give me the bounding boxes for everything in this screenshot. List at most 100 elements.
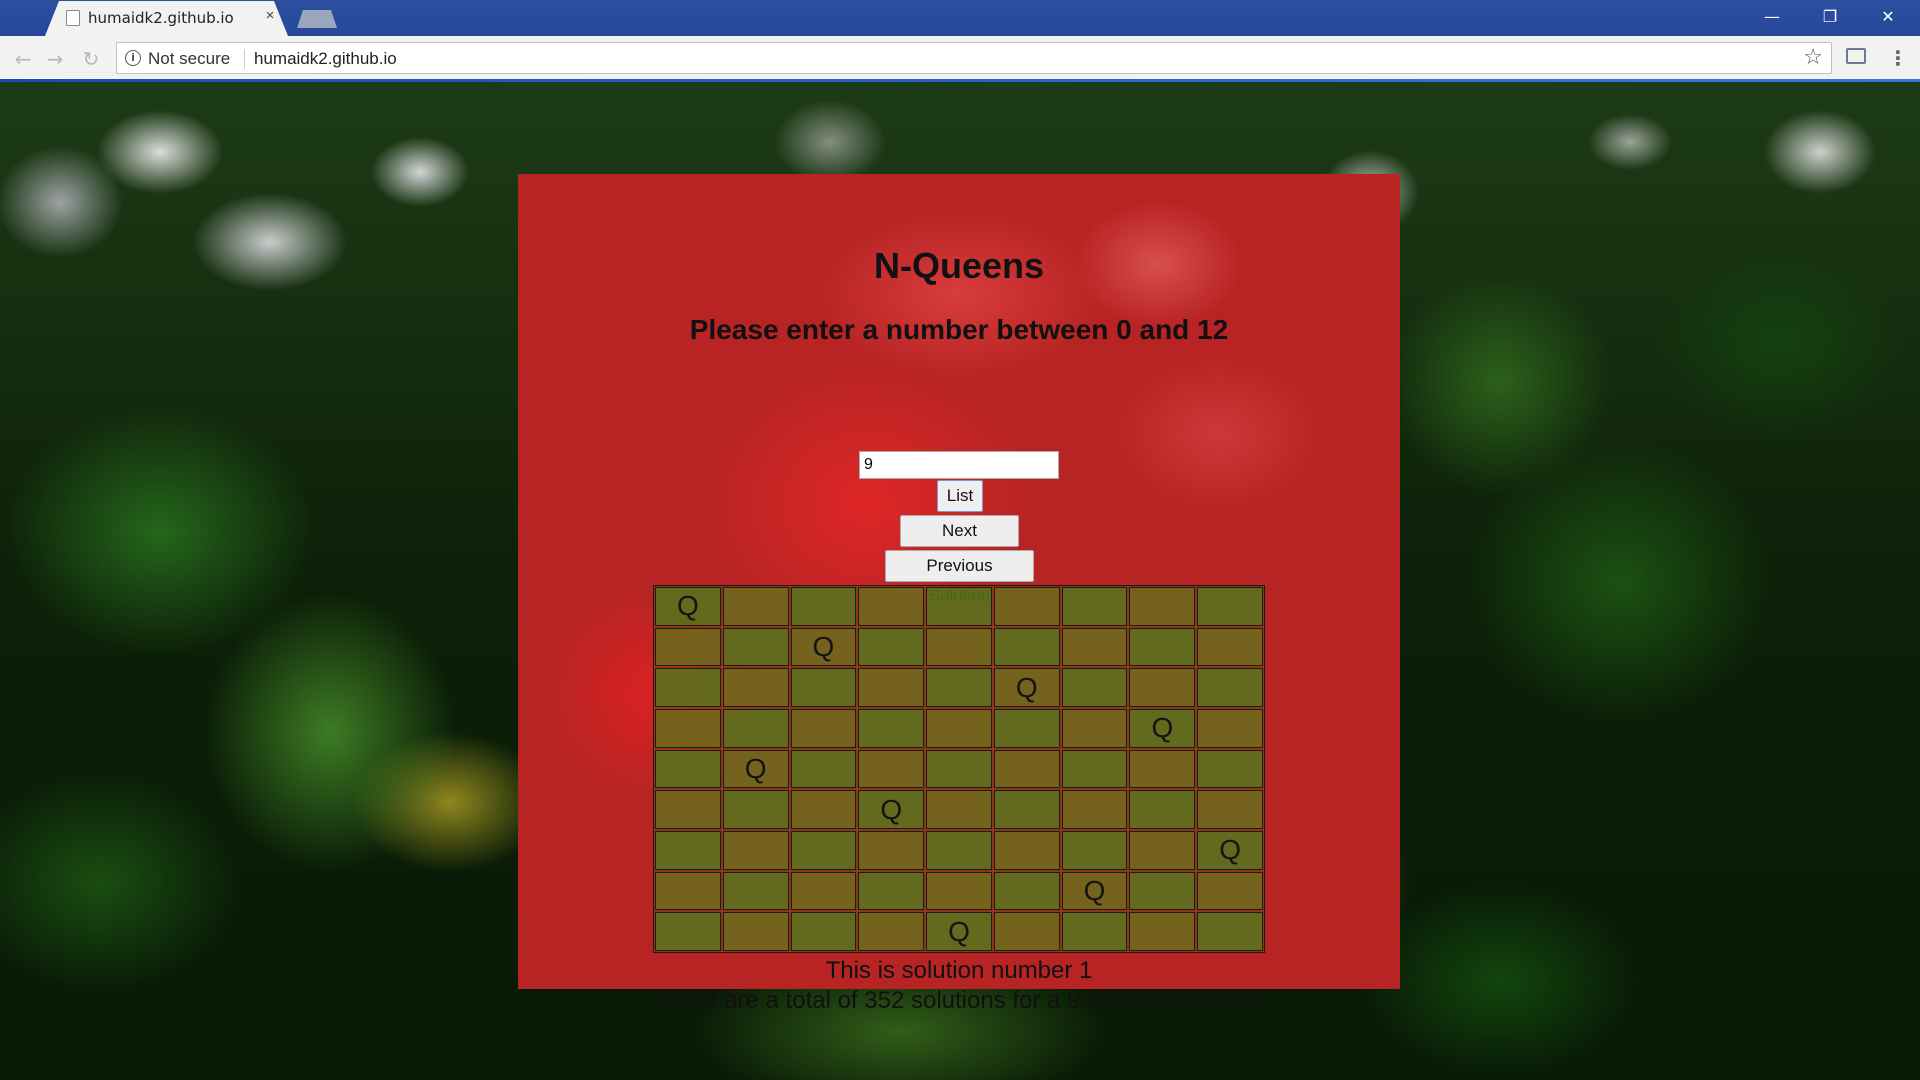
board-cell: Q xyxy=(790,627,857,667)
board-cell xyxy=(926,709,992,748)
board-cell xyxy=(790,587,857,626)
board-cell xyxy=(993,587,1060,626)
board-cell xyxy=(655,709,721,748)
board-cell xyxy=(1129,912,1196,951)
board-cell xyxy=(858,749,925,789)
reload-icon[interactable]: ↻ xyxy=(78,46,104,72)
list-button[interactable]: List xyxy=(937,480,983,512)
queen-marker: Q xyxy=(1151,712,1174,744)
board-cell xyxy=(1061,709,1128,748)
star-icon[interactable]: ☆ xyxy=(1803,46,1823,70)
menu-icon[interactable]: ⋮ xyxy=(1888,46,1908,70)
board-cell xyxy=(1129,749,1196,789)
board-cell xyxy=(655,749,721,789)
url-text[interactable]: humaidk2.github.io xyxy=(254,49,397,69)
board-cell xyxy=(926,871,992,911)
board-cell xyxy=(993,627,1060,667)
page-viewport: N-Queens Please enter a number between 0… xyxy=(0,82,1920,1080)
content-panel: N-Queens Please enter a number between 0… xyxy=(518,174,1400,1014)
info-icon[interactable]: i xyxy=(125,50,141,66)
board-cell xyxy=(1129,627,1196,667)
board-cell xyxy=(722,912,789,951)
board-cell xyxy=(858,627,925,667)
board-cell xyxy=(1197,668,1263,707)
board-size-input[interactable] xyxy=(859,451,1059,479)
board-cell xyxy=(1061,668,1128,707)
board-cell xyxy=(790,871,857,911)
board-cell xyxy=(722,831,789,870)
board-cell xyxy=(722,790,789,829)
board-cell xyxy=(926,831,992,870)
queen-marker: Q xyxy=(880,793,903,825)
new-tab-button[interactable] xyxy=(297,10,337,28)
browser-toolbar: ← → ↻ i Not secure humaidk2.github.io ☆ … xyxy=(0,36,1920,82)
page-favicon-icon xyxy=(66,10,80,26)
board-cell xyxy=(790,749,857,789)
tab-close-icon[interactable]: × xyxy=(262,8,278,24)
board-cell xyxy=(1061,790,1128,829)
board-cell xyxy=(1061,627,1128,667)
board-cell xyxy=(1197,912,1263,951)
board-cell xyxy=(655,790,721,829)
board-cell xyxy=(790,668,857,707)
board-cell xyxy=(926,790,992,829)
board-cell xyxy=(790,709,857,748)
cast-icon[interactable] xyxy=(1846,48,1866,64)
board-cell xyxy=(1129,790,1196,829)
board-cell xyxy=(1197,749,1263,789)
next-solution-button[interactable]: Next Solution xyxy=(900,515,1019,570)
tab-title[interactable]: humaidk2.github.io xyxy=(88,9,234,27)
board-cell xyxy=(926,668,992,707)
solution-number-text: This is solution number 1 xyxy=(825,957,1093,984)
board-cell xyxy=(790,912,857,951)
previous-solution-button[interactable]: Previous Solution xyxy=(885,550,1034,605)
board-cell xyxy=(858,912,925,951)
board-cell xyxy=(1129,668,1196,707)
total-solutions-text: There are a total of 352 solutions for a… xyxy=(654,987,1264,1014)
queen-marker: Q xyxy=(744,752,767,784)
tab-strip: humaidk2.github.io × — ❐ ✕ xyxy=(0,0,1920,36)
board-cell xyxy=(655,831,721,870)
board-cell xyxy=(1197,627,1263,667)
queen-marker: Q xyxy=(812,630,835,662)
page-title: N-Queens xyxy=(873,245,1045,286)
board-cell xyxy=(993,790,1060,829)
close-icon[interactable]: ✕ xyxy=(1859,0,1917,34)
board-cell: Q xyxy=(1061,871,1128,911)
board-cell: Q xyxy=(655,587,721,626)
queen-marker: Q xyxy=(1083,874,1106,906)
board-cell xyxy=(993,871,1060,911)
board-cell xyxy=(858,709,925,748)
board-cell xyxy=(1061,749,1128,789)
security-label[interactable]: Not secure xyxy=(148,49,230,69)
omnibox-divider xyxy=(244,49,245,69)
restore-icon[interactable]: ❐ xyxy=(1801,0,1859,34)
board-cell xyxy=(1197,790,1263,829)
address-bar[interactable]: i Not secure humaidk2.github.io ☆ xyxy=(116,42,1832,74)
board-cell xyxy=(926,627,992,667)
board-cell xyxy=(722,709,789,748)
back-icon[interactable]: ← xyxy=(10,46,36,72)
board-cell xyxy=(1129,871,1196,911)
board-cell xyxy=(926,587,992,626)
board-cell xyxy=(1061,912,1128,951)
board-cell xyxy=(993,709,1060,748)
queen-marker: Q xyxy=(1219,834,1241,866)
board-cell xyxy=(1197,871,1263,911)
board-cell xyxy=(790,790,857,829)
board-cell xyxy=(722,871,789,911)
forward-icon[interactable]: → xyxy=(42,46,68,72)
board-cell xyxy=(1197,709,1263,748)
board-cell xyxy=(655,871,721,911)
board-cell xyxy=(655,912,721,951)
board-cell: Q xyxy=(926,912,992,951)
queen-marker: Q xyxy=(1015,671,1038,703)
instruction-text: Please enter a number between 0 and 12 xyxy=(689,314,1229,345)
board-cell: Q xyxy=(722,749,789,789)
chessboard: Q Q Q Q Q Q Q Q Q xyxy=(653,585,1265,953)
minimize-icon[interactable]: — xyxy=(1743,0,1801,34)
queen-marker: Q xyxy=(948,915,970,947)
board-cell xyxy=(993,749,1060,789)
board-cell xyxy=(655,668,721,707)
board-cell xyxy=(1061,831,1128,870)
